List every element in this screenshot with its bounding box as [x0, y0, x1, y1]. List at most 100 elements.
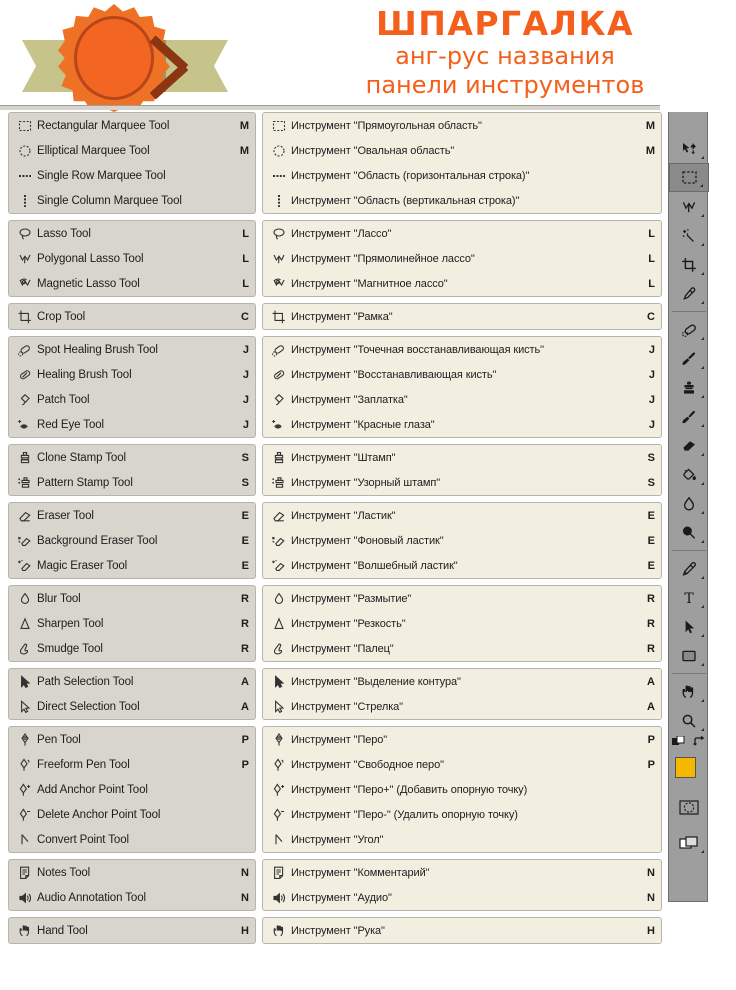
- tool-row[interactable]: Elliptical Marquee Tool M: [9, 138, 255, 163]
- tool-label-en: Single Column Marquee Tool: [37, 194, 182, 207]
- tool-row[interactable]: Инструмент "Рамка" C: [263, 304, 661, 329]
- toolbar-crop-tool[interactable]: [669, 250, 709, 279]
- tool-row[interactable]: Pen Tool P: [9, 727, 255, 752]
- tool-row[interactable]: Инструмент "Размытие" R: [263, 586, 661, 611]
- tool-shortcut-key: A: [647, 675, 655, 688]
- tool-row[interactable]: Инструмент "Волшебный ластик" E: [263, 553, 661, 578]
- toolbar-eyedropper-tool[interactable]: [669, 279, 709, 308]
- tool-row[interactable]: Hand Tool H: [9, 918, 255, 943]
- toolbar-rectangular-marquee-tool[interactable]: [669, 163, 709, 192]
- tool-row[interactable]: Инструмент "Аудио" N: [263, 885, 661, 910]
- tool-row[interactable]: Инструмент "Область (вертикальная строка…: [263, 188, 661, 213]
- tool-group-marquee-en: Rectangular Marquee Tool M Elliptical Marq…: [8, 112, 256, 214]
- default-colors-icon[interactable]: [672, 735, 686, 753]
- toolbar-lasso-tool[interactable]: [669, 192, 709, 221]
- tool-row[interactable]: Freeform Pen Tool P: [9, 752, 255, 777]
- tool-row[interactable]: Инструмент "Узорный штамп" S: [263, 470, 661, 495]
- tool-row[interactable]: Инструмент "Перо+" (Добавить опорную точ…: [263, 777, 661, 802]
- tool-row[interactable]: Инструмент "Область (горизонтальная стро…: [263, 163, 661, 188]
- swap-colors-icon[interactable]: [692, 735, 706, 753]
- toolbar-history-brush-tool[interactable]: [669, 402, 709, 431]
- tool-shortcut-key: C: [241, 310, 249, 323]
- tool-row[interactable]: Инструмент "Перо" P: [263, 727, 661, 752]
- tool-row[interactable]: Инструмент "Магнитное лассо" L: [263, 271, 661, 296]
- photoshop-toolbar[interactable]: T: [668, 112, 709, 902]
- tool-row[interactable]: Инструмент "Прямоугольная область" M: [263, 113, 661, 138]
- tool-row[interactable]: Инструмент "Угол": [263, 827, 661, 852]
- tool-row[interactable]: Инструмент "Резкость" R: [263, 611, 661, 636]
- tool-row[interactable]: Sharpen Tool R: [9, 611, 255, 636]
- tool-row[interactable]: Инструмент "Стрелка" A: [263, 694, 661, 719]
- tool-row[interactable]: Add Anchor Point Tool: [9, 777, 255, 802]
- tool-row[interactable]: Clone Stamp Tool S: [9, 445, 255, 470]
- convert-point-icon: [267, 829, 291, 851]
- toolbar-healing-brush-tool[interactable]: [669, 315, 709, 344]
- tool-row[interactable]: Инструмент "Выделение контура" A: [263, 669, 661, 694]
- tool-label-en: Path Selection Tool: [37, 675, 134, 688]
- tool-row[interactable]: Инструмент "Комментарий" N: [263, 860, 661, 885]
- tool-row[interactable]: Single Column Marquee Tool: [9, 188, 255, 213]
- toolbar-magic-wand-tool[interactable]: [669, 221, 709, 250]
- tool-row[interactable]: Blur Tool R: [9, 586, 255, 611]
- toolbar-zoom-tool[interactable]: [669, 706, 709, 735]
- tool-label-en: Audio Annotation Tool: [37, 891, 146, 904]
- foreground-color-swatch[interactable]: [675, 757, 696, 778]
- tool-row[interactable]: Инструмент "Восстанавливающая кисть" J: [263, 362, 661, 387]
- tool-row[interactable]: Smudge Tool R: [9, 636, 255, 661]
- toolbar-brush-tool[interactable]: [669, 344, 709, 373]
- tool-row[interactable]: Patch Tool J: [9, 387, 255, 412]
- toolbar-quick-mask-toggle[interactable]: [669, 793, 709, 822]
- tool-row[interactable]: Path Selection Tool A: [9, 669, 255, 694]
- tool-row[interactable]: Direct Selection Tool A: [9, 694, 255, 719]
- tool-group-notes-ru: Инструмент "Комментарий" N Инструмент "Ауд…: [262, 859, 662, 911]
- tool-row[interactable]: Background Eraser Tool E: [9, 528, 255, 553]
- tool-row[interactable]: Инструмент "Точечная восстанавливающая к…: [263, 337, 661, 362]
- tool-row[interactable]: Magnetic Lasso Tool L: [9, 271, 255, 296]
- tool-list-sheet: Rectangular Marquee Tool M Elliptical Marq…: [0, 112, 736, 990]
- toolbar-paint-bucket-tool[interactable]: [669, 460, 709, 489]
- toolbar-type-tool[interactable]: T: [669, 583, 709, 612]
- tool-row[interactable]: Инструмент "Штамп" S: [263, 445, 661, 470]
- spot-healing-brush-icon: [267, 339, 291, 361]
- tool-row[interactable]: Red Eye Tool J: [9, 412, 255, 437]
- tool-label-ru: Инструмент "Размытие": [291, 592, 412, 605]
- tool-row[interactable]: Инструмент "Свободное перо" P: [263, 752, 661, 777]
- tool-row[interactable]: Инструмент "Рука" H: [263, 918, 661, 943]
- tool-row[interactable]: Audio Annotation Tool N: [9, 885, 255, 910]
- toolbar-color-controls[interactable]: [669, 735, 709, 753]
- toolbar-pen-tool[interactable]: [669, 554, 709, 583]
- toolbar-screen-mode-toggle[interactable]: [669, 828, 709, 857]
- tool-row[interactable]: Crop Tool C: [9, 304, 255, 329]
- toolbar-shape-tool[interactable]: [669, 641, 709, 670]
- tool-row[interactable]: Healing Brush Tool J: [9, 362, 255, 387]
- tool-row[interactable]: Инструмент "Палец" R: [263, 636, 661, 661]
- tool-row[interactable]: Инструмент "Лассо" L: [263, 221, 661, 246]
- toolbar-dodge-tool[interactable]: [669, 518, 709, 547]
- toolbar-move-tool[interactable]: [669, 134, 709, 163]
- tool-row[interactable]: Инструмент "Заплатка" J: [263, 387, 661, 412]
- toolbar-eraser-tool[interactable]: [669, 431, 709, 460]
- header-banner: ШПАРГАЛКА анг-рус названия панели инстру…: [0, 0, 736, 112]
- tool-row[interactable]: Инструмент "Перо-" (Удалить опорную точк…: [263, 802, 661, 827]
- tool-row[interactable]: Pattern Stamp Tool S: [9, 470, 255, 495]
- tool-row[interactable]: Eraser Tool E: [9, 503, 255, 528]
- tool-row[interactable]: Spot Healing Brush Tool J: [9, 337, 255, 362]
- tool-row[interactable]: Notes Tool N: [9, 860, 255, 885]
- tool-row[interactable]: Convert Point Tool: [9, 827, 255, 852]
- toolbar-hand-tool[interactable]: [669, 677, 709, 706]
- toolbar-clone-stamp-tool[interactable]: [669, 373, 709, 402]
- toolbar-blur-tool[interactable]: [669, 489, 709, 518]
- tool-row[interactable]: Инструмент "Фоновый ластик" E: [263, 528, 661, 553]
- tool-row[interactable]: Инструмент "Ластик" E: [263, 503, 661, 528]
- tool-row[interactable]: Rectangular Marquee Tool M: [9, 113, 255, 138]
- toolbar-color-swatches[interactable]: [669, 753, 709, 793]
- tool-row[interactable]: Инструмент "Красные глаза" J: [263, 412, 661, 437]
- toolbar-path-selection-tool[interactable]: [669, 612, 709, 641]
- tool-row[interactable]: Delete Anchor Point Tool: [9, 802, 255, 827]
- tool-row[interactable]: Single Row Marquee Tool: [9, 163, 255, 188]
- tool-row[interactable]: Polygonal Lasso Tool L: [9, 246, 255, 271]
- tool-row[interactable]: Magic Eraser Tool E: [9, 553, 255, 578]
- tool-row[interactable]: Lasso Tool L: [9, 221, 255, 246]
- tool-row[interactable]: Инструмент "Прямолинейное лассо" L: [263, 246, 661, 271]
- tool-row[interactable]: Инструмент "Овальная область" M: [263, 138, 661, 163]
